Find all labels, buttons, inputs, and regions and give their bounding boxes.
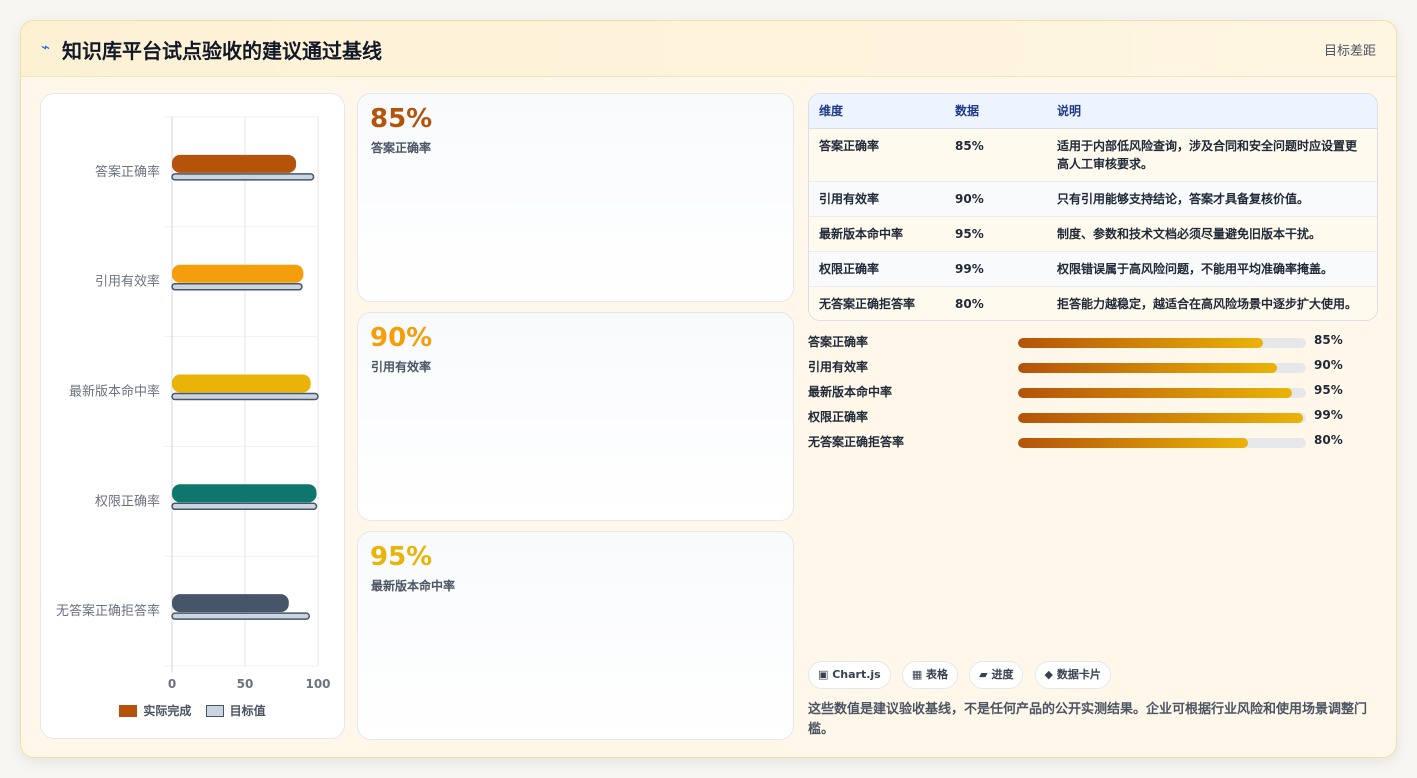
progress-row: 权限正确率 99% xyxy=(808,406,1378,431)
cell-description: 拒答能力越稳定，越适合在高风险场景中逐步扩大使用。 xyxy=(1047,286,1377,320)
column-header-description: 说明 xyxy=(1047,94,1377,129)
progress-row: 无答案正确拒答率 80% xyxy=(808,431,1378,456)
progress-label: 无答案正确拒答率 xyxy=(808,435,905,449)
bar-actual xyxy=(172,374,311,393)
legend-item-actual[interactable]: 实际完成 xyxy=(119,704,191,718)
progress-row: 最新版本命中率 95% xyxy=(808,381,1378,406)
stat-card-answer-accuracy: 85% 答案正确率 xyxy=(357,93,794,302)
column-header-dimension: 维度 xyxy=(809,94,945,129)
progress-value: 90% xyxy=(1314,358,1343,372)
progress-track xyxy=(1018,363,1306,373)
bar-actual xyxy=(172,154,297,173)
cell-description: 适用于内部低风险查询，涉及合同和安全问题时应设置更高人工审核要求。 xyxy=(1047,128,1377,182)
progress-list: 答案正确率 85% 引用有效率 90% 最新版本命中率 95% 权限正确率 99… xyxy=(808,331,1378,456)
bar-actual xyxy=(172,264,304,283)
stat-label: 答案正确率 xyxy=(371,141,432,155)
category-label: 答案正确率 xyxy=(95,164,160,180)
bar-target xyxy=(171,612,310,620)
cell-dimension: 无答案正确拒答率 xyxy=(809,286,945,320)
progress-row: 引用有效率 90% xyxy=(808,356,1378,381)
progress-fill xyxy=(1018,438,1249,448)
bar-actual xyxy=(172,594,289,613)
stat-value: 85% xyxy=(370,104,433,134)
progress-value: 99% xyxy=(1314,408,1343,422)
cell-description: 只有引用能够支持结论，答案才具备复核价值。 xyxy=(1047,181,1377,217)
main-panel: ⌁ 知识库平台试点验收的建议通过基线 目标差距 答案正确率 引用有效率 最新版本命中… xyxy=(20,20,1397,758)
category-label: 引用有效率 xyxy=(95,274,160,290)
bar-target xyxy=(171,392,319,401)
bar-chart-card: 答案正确率引用有效率最新版本命中率权限正确率无答案正确拒答率 0 50 100 实际完… xyxy=(40,93,345,739)
cell-data: 95% xyxy=(945,216,1047,252)
cell-description: 权限错误属于高风险问题，不能用平均准确率掩盖。 xyxy=(1047,251,1377,287)
cell-dimension: 最新版本命中率 xyxy=(809,216,945,252)
bar-target xyxy=(171,282,303,291)
chart-legend: 实际完成 目标值 xyxy=(41,702,344,719)
stat-value: 90% xyxy=(370,323,433,353)
category-label: 权限正确率 xyxy=(95,493,160,509)
legend-item-target[interactable]: 目标值 xyxy=(205,704,266,718)
progress-value: 85% xyxy=(1314,333,1343,347)
x-tick-label: 0 xyxy=(168,677,176,691)
page-title: 知识库平台试点验收的建议通过基线 xyxy=(62,39,382,63)
progress-track xyxy=(1018,388,1306,398)
table-row: 答案正确率 85% 适用于内部低风险查询，涉及合同和安全问题时应设置更高人工审核… xyxy=(809,128,1377,182)
progress-track xyxy=(1018,438,1306,448)
tag-table[interactable]: ▦ 表格 xyxy=(901,661,959,689)
progress-track xyxy=(1018,413,1306,423)
cell-dimension: 引用有效率 xyxy=(809,181,945,217)
stat-value: 95% xyxy=(370,542,433,572)
category-label: 无答案正确拒答率 xyxy=(56,603,160,619)
table-header-row: 维度 数据 说明 xyxy=(809,94,1377,129)
progress-label: 引用有效率 xyxy=(808,360,869,374)
metrics-table: 维度 数据 说明 答案正确率 85% 适用于内部低风险查询，涉及合同和安全问题时… xyxy=(808,93,1378,321)
cell-dimension: 答案正确率 xyxy=(809,128,945,182)
bar-actual xyxy=(172,484,317,503)
progress-track xyxy=(1018,338,1306,348)
x-tick-label: 50 xyxy=(237,677,254,691)
x-tick-label: 100 xyxy=(305,677,330,691)
progress-label: 答案正确率 xyxy=(808,335,869,349)
bolt-icon: ⌁ xyxy=(41,38,51,56)
table-row: 最新版本命中率 95% 制度、参数和技术文档必须尽量避免旧版本干扰。 xyxy=(809,216,1377,252)
footnote: 这些数值是建议验收基线，不是任何产品的公开实测结果。企业可根据行业风险和使用场景… xyxy=(808,702,1368,737)
bar-target xyxy=(171,173,315,181)
tag-data-cards[interactable]: ◆ 数据卡片 xyxy=(1034,661,1111,689)
progress-row: 答案正确率 85% xyxy=(808,331,1378,356)
bar-chart: 答案正确率引用有效率最新版本命中率权限正确率无答案正确拒答率 0 50 100 xyxy=(56,116,331,691)
stat-label: 最新版本命中率 xyxy=(371,579,456,593)
progress-fill xyxy=(1018,363,1278,373)
cell-description: 制度、参数和技术文档必须尽量避免旧版本干扰。 xyxy=(1047,216,1377,252)
stat-card-citation-validity: 90% 引用有效率 xyxy=(357,312,794,521)
stat-label: 引用有效率 xyxy=(371,360,432,374)
tag-progress[interactable]: ▰ 进度 xyxy=(969,661,1024,689)
progress-fill xyxy=(1018,338,1263,348)
tag-list: ▣ Chart.js ▦ 表格 ▰ 进度 ◆ 数据卡片 xyxy=(808,661,1117,689)
table-row: 引用有效率 90% 只有引用能够支持结论，答案才具备复核价值。 xyxy=(809,181,1377,217)
stat-card-latest-version: 95% 最新版本命中率 xyxy=(357,531,794,740)
progress-label: 权限正确率 xyxy=(808,410,869,424)
progress-value: 80% xyxy=(1314,433,1343,447)
target-gap-label: 目标差距 xyxy=(1323,44,1376,59)
cell-data: 90% xyxy=(945,181,1047,217)
table-row: 权限正确率 99% 权限错误属于高风险问题，不能用平均准确率掩盖。 xyxy=(809,251,1377,287)
column-header-data: 数据 xyxy=(945,94,1047,129)
progress-fill xyxy=(1018,413,1304,423)
bar-target xyxy=(171,502,318,511)
tag-chartjs[interactable]: ▣ Chart.js xyxy=(808,661,891,689)
cell-data: 85% xyxy=(945,128,1047,182)
cell-data: 80% xyxy=(945,286,1047,320)
cell-data: 99% xyxy=(945,251,1047,287)
category-label: 最新版本命中率 xyxy=(69,384,160,400)
panel-header: ⌁ 知识库平台试点验收的建议通过基线 目标差距 xyxy=(21,21,1396,77)
progress-label: 最新版本命中率 xyxy=(808,385,893,399)
progress-fill xyxy=(1018,388,1292,398)
table-row: 无答案正确拒答率 80% 拒答能力越稳定，越适合在高风险场景中逐步扩大使用。 xyxy=(809,286,1377,320)
cell-dimension: 权限正确率 xyxy=(809,251,945,287)
progress-value: 95% xyxy=(1314,383,1343,397)
